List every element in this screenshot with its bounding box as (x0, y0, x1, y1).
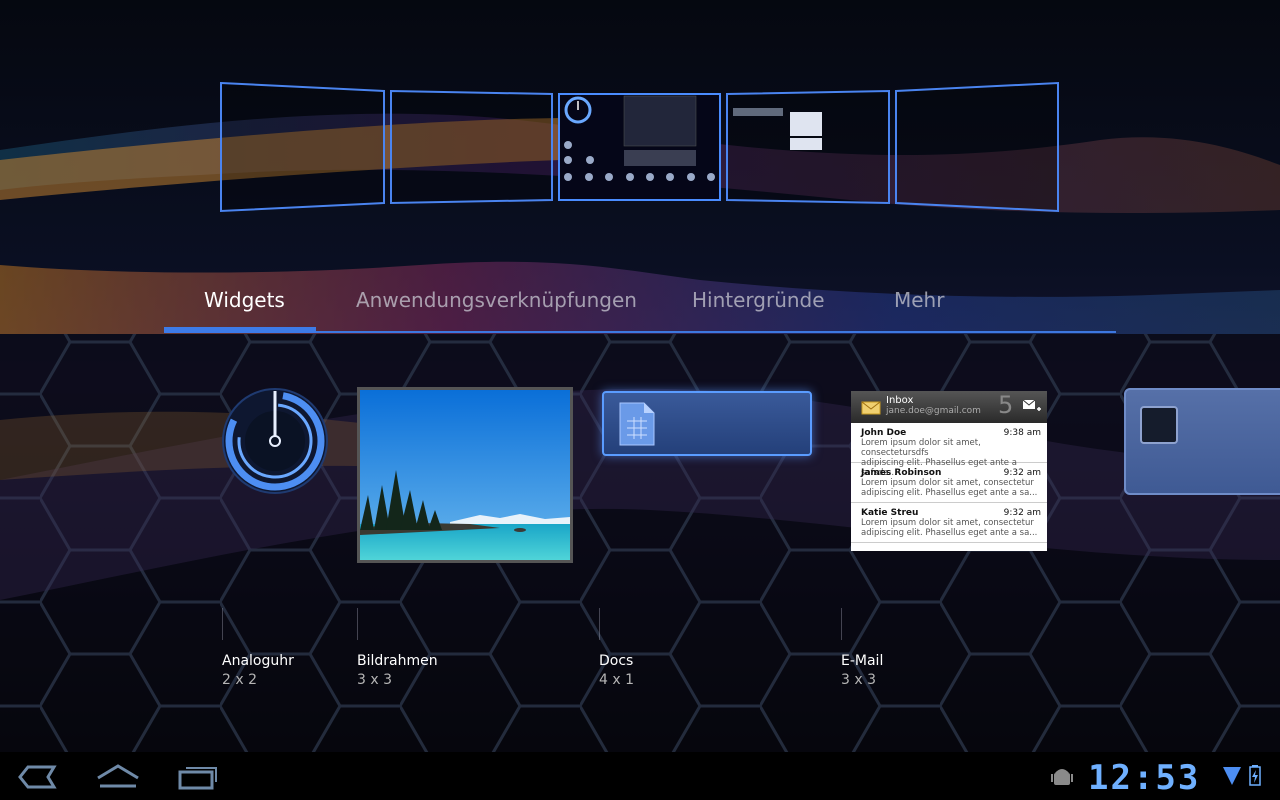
active-tab-indicator (164, 327, 316, 333)
email-time: 9:32 am (1003, 468, 1041, 478)
email-snippet-line: adipiscing elit. Phasellus eget ante a s… (861, 488, 1038, 498)
docs-widget-preview[interactable] (602, 391, 812, 456)
tab-more[interactable]: Mehr (894, 288, 944, 312)
widget-label-divider (222, 608, 223, 640)
compose-mail-icon (1023, 400, 1041, 411)
email-widget-header: Inbox jane.doe@gmail.com 5 (851, 391, 1047, 423)
widget-size-email: 3 x 3 (841, 672, 876, 688)
email-snippet-line: Lorem ipsum dolor sit amet, consectetur (861, 478, 1034, 488)
picture-frame-widget-preview[interactable] (357, 387, 573, 563)
home-icon (97, 764, 139, 788)
widget-name-analog-clock: Analoguhr (222, 653, 294, 669)
widget-label-divider (599, 608, 600, 640)
homescreen-panel-5[interactable] (895, 81, 1059, 213)
analog-clock-widget-preview[interactable] (220, 386, 330, 496)
recent-apps-icon (178, 767, 217, 790)
android-debug-icon (1051, 769, 1073, 785)
tab-wallpapers[interactable]: Hintergründe (692, 288, 825, 312)
unread-count: 5 (998, 391, 1014, 419)
widget-picker-tabs: Widgets Anwendungsverknüpfungen Hintergr… (164, 280, 1116, 334)
email-row: James Robinson 9:32 am Lorem ipsum dolor… (851, 463, 1047, 503)
widget-label-divider (357, 608, 358, 640)
homescreen-panel-4[interactable] (726, 89, 890, 205)
email-snippet-line: Lorem ipsum dolor sit amet, consectetur (861, 518, 1034, 528)
widget-name-email: E-Mail (841, 653, 884, 669)
battery-charging-icon (1249, 765, 1261, 786)
email-widget-preview[interactable]: Inbox jane.doe@gmail.com 5 John Doe 9:38… (851, 391, 1047, 551)
widget-size-docs: 4 x 1 (599, 672, 634, 688)
homescreen-panel-2[interactable] (390, 89, 553, 205)
envelope-icon (861, 401, 881, 415)
widget-name-picture-frame: Bildrahmen (357, 653, 438, 669)
email-snippet-line: adipiscing elit. Phasellus eget ante a s… (861, 528, 1038, 538)
homescreen-preview-strip (0, 0, 1280, 250)
email-account: jane.doe@gmail.com (886, 406, 981, 416)
system-bar: 12:53 (0, 752, 1280, 800)
recent-apps-button[interactable] (174, 760, 222, 794)
email-time: 9:38 am (1003, 428, 1041, 438)
email-inbox-label: Inbox (886, 395, 914, 406)
homescreen-panel-current[interactable] (558, 93, 721, 201)
widget-size-picture-frame: 3 x 3 (357, 672, 392, 688)
email-snippet-line: Lorem ipsum dolor sit amet, consecteturs… (861, 438, 981, 458)
widget-list: Inbox jane.doe@gmail.com 5 John Doe 9:38… (0, 334, 1280, 752)
docs-document-icon (619, 402, 655, 446)
status-clock[interactable]: 12:53 (1088, 758, 1200, 798)
email-time: 9:32 am (1003, 508, 1041, 518)
back-button[interactable] (14, 760, 62, 794)
tab-widgets[interactable]: Widgets (204, 288, 285, 312)
next-widget-preview[interactable] (1124, 388, 1280, 495)
tab-app-shortcuts[interactable]: Anwendungsverknüpfungen (356, 288, 637, 312)
back-icon (18, 765, 57, 789)
email-row: John Doe 9:38 am Lorem ipsum dolor sit a… (851, 423, 1047, 478)
widget-size-analog-clock: 2 x 2 (222, 672, 257, 688)
widget-name-docs: Docs (599, 653, 634, 669)
wifi-icon (1223, 767, 1241, 785)
homescreen-panel-1[interactable] (220, 81, 385, 213)
lake-photo (360, 390, 570, 560)
home-button[interactable] (94, 760, 142, 794)
email-row: Katie Streu 9:32 am Lorem ipsum dolor si… (851, 503, 1047, 543)
widget-label-divider (841, 608, 842, 640)
widget-placeholder-icon (1140, 406, 1178, 444)
